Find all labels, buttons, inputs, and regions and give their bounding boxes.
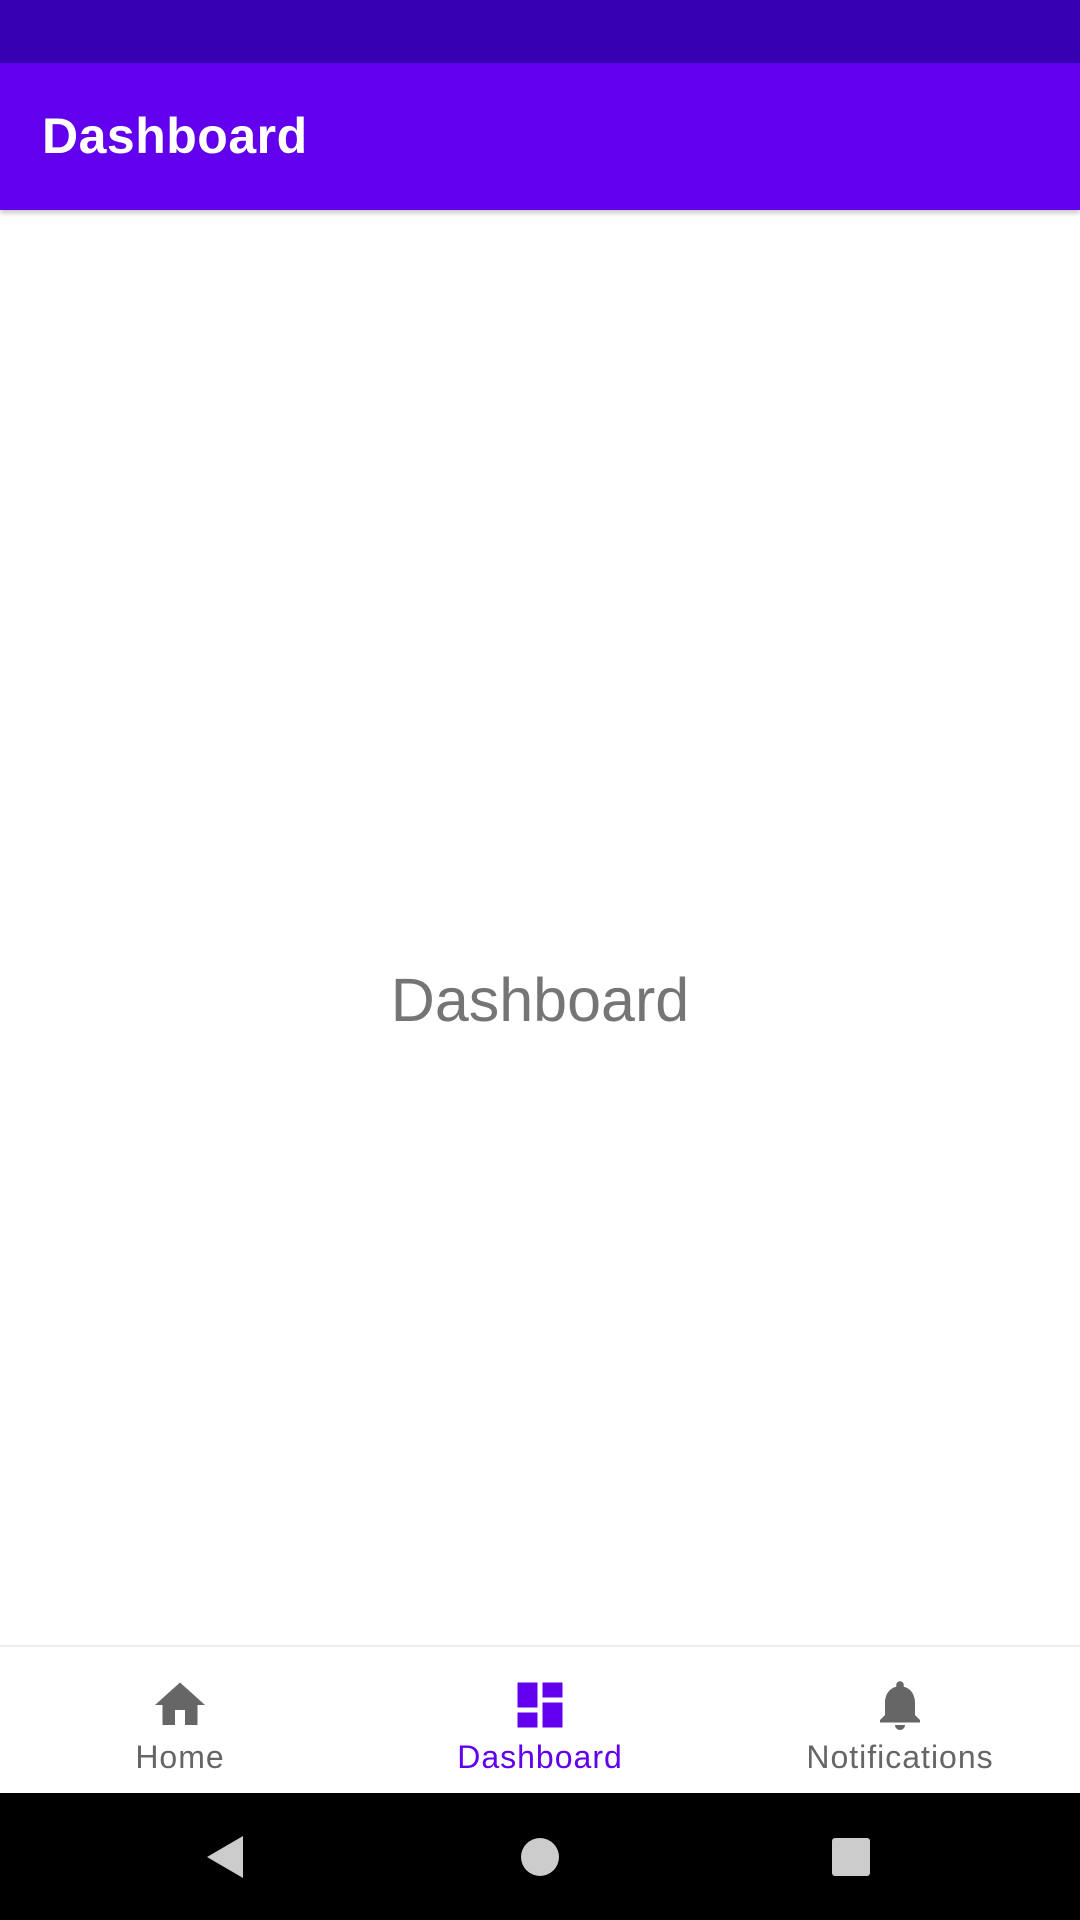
nav-item-home[interactable]: Home — [0, 1647, 360, 1793]
dashboard-text: Dashboard — [390, 966, 690, 1034]
nav-label-home: Home — [135, 1739, 225, 1775]
back-icon[interactable] — [166, 1793, 286, 1920]
bell-icon — [870, 1675, 930, 1735]
nav-label-dashboard: Dashboard — [457, 1739, 623, 1775]
nav-item-dashboard[interactable]: Dashboard — [360, 1647, 720, 1793]
app-bar-title: Dashboard — [42, 108, 308, 164]
recents-square-icon[interactable] — [791, 1793, 911, 1920]
system-navigation-bar — [0, 1793, 1080, 1920]
dashboard-icon — [510, 1675, 570, 1735]
nav-label-notifications: Notifications — [806, 1739, 994, 1775]
home-icon — [150, 1675, 210, 1735]
main-content: Dashboard — [0, 210, 1080, 1645]
status-bar — [0, 0, 1080, 63]
app-screen: Dashboard Dashboard Home Dashboard Notif… — [0, 0, 1080, 1920]
bottom-navigation: Home Dashboard Notifications — [0, 1645, 1080, 1793]
home-circle-icon[interactable] — [480, 1793, 600, 1920]
nav-item-notifications[interactable]: Notifications — [720, 1647, 1080, 1793]
app-bar: Dashboard — [0, 63, 1080, 210]
